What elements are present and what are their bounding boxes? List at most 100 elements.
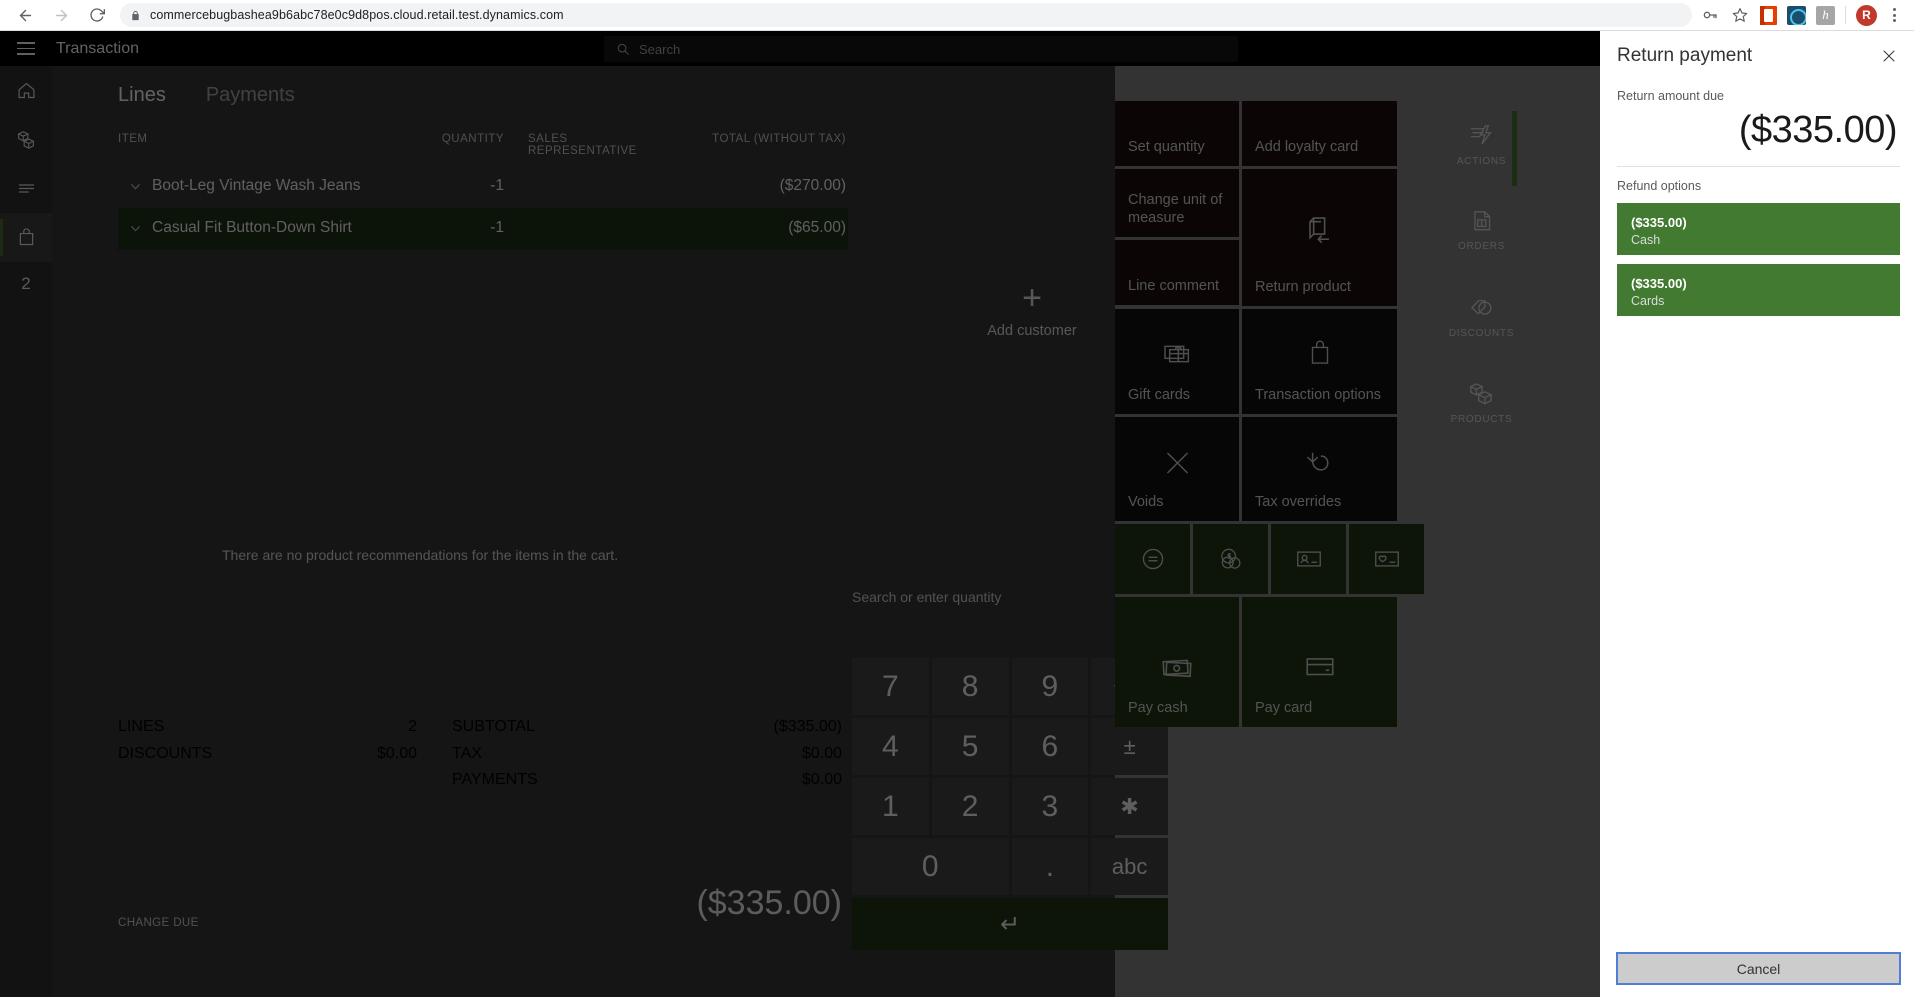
add-customer-button[interactable]: + Add customer	[932, 281, 1132, 339]
url-text: commercebugbashea9b6abc78e0c9d8pos.cloud…	[150, 8, 564, 22]
tile-pay-card[interactable]: Pay card	[1242, 597, 1397, 727]
gift-card-icon	[1115, 337, 1239, 369]
browser-toolbar: commercebugbashea9b6abc78e0c9d8pos.cloud…	[0, 0, 1914, 31]
tile-set-quantity[interactable]: Set quantity	[1115, 101, 1239, 166]
forward-arrow-icon[interactable]	[44, 1, 78, 29]
cancel-button[interactable]: Cancel	[1616, 952, 1901, 985]
payments-value: $0.00	[801, 771, 842, 788]
column-header-quantity: QUANTITY	[441, 133, 504, 145]
hamburger-icon[interactable]	[0, 31, 52, 66]
chevron-down-icon[interactable]	[118, 218, 152, 236]
tile-row: Pay cash Pay card	[1115, 597, 1441, 727]
key-decimal[interactable]: .	[1011, 838, 1089, 895]
category-discounts[interactable]: DISCOUNTS	[1444, 273, 1519, 359]
key-3[interactable]: 3	[1011, 778, 1089, 835]
sidebar-item-products[interactable]	[0, 115, 52, 164]
lines-value: 2	[408, 718, 417, 735]
address-bar[interactable]: commercebugbashea9b6abc78e0c9d8pos.cloud…	[120, 3, 1692, 27]
tax-label: TAX	[452, 745, 482, 762]
search-placeholder: Search	[639, 41, 681, 57]
column-header-item: ITEM	[118, 133, 148, 145]
tile-equals[interactable]	[1115, 524, 1190, 594]
search-icon	[616, 42, 630, 56]
tile-change-unit-of-measure[interactable]: Change unit of measure	[1115, 169, 1239, 237]
star-icon[interactable]	[1730, 5, 1750, 25]
key-5[interactable]: 5	[931, 718, 1009, 775]
table-row[interactable]: Boot-Leg Vintage Wash Jeans -1 ($270.00)	[118, 166, 848, 208]
cart-item-quantity: -1	[490, 177, 504, 194]
tile-row: Change unit of measure Line comment Retu…	[1115, 169, 1441, 306]
page-title: Transaction	[56, 39, 139, 57]
tile-grid: Set quantity Add loyalty card Change uni…	[1115, 101, 1441, 730]
sidebar-item-home[interactable]	[0, 66, 52, 115]
back-arrow-icon[interactable]	[8, 1, 42, 29]
tile-loyalty-card[interactable]	[1349, 524, 1424, 594]
tab-lines[interactable]: Lines	[118, 84, 166, 111]
tile-line-comment[interactable]: Line comment	[1115, 240, 1239, 305]
change-due-value: ($335.00)	[696, 884, 842, 922]
sidebar-item-menu[interactable]	[0, 164, 52, 213]
category-actions[interactable]: ACTIONS	[1444, 101, 1519, 187]
credit-card-icon	[1242, 649, 1397, 683]
tile-label: Line comment	[1128, 277, 1220, 294]
sidebar-item-cart[interactable]	[0, 213, 52, 262]
refund-option-cash[interactable]: ($335.00) Cash	[1617, 203, 1900, 255]
change-due-label: CHANGE DUE	[118, 917, 199, 929]
close-icon[interactable]	[1878, 45, 1900, 67]
search-input[interactable]: Search	[604, 36, 1238, 62]
tile-tax-overrides[interactable]: Tax overrides	[1242, 417, 1397, 521]
tile-foreign-currency[interactable]	[1193, 524, 1268, 594]
category-products[interactable]: PRODUCTS	[1444, 359, 1519, 445]
key-asterisk[interactable]: ✱	[1091, 778, 1168, 835]
return-amount-due-value: ($335.00)	[1738, 109, 1898, 151]
tile-add-loyalty-card[interactable]: Add loyalty card	[1242, 101, 1397, 166]
table-row[interactable]: Casual Fit Button-Down Shirt -1 ($65.00)	[118, 207, 848, 250]
reload-icon[interactable]	[80, 1, 114, 29]
tile-pay-cash[interactable]: Pay cash	[1115, 597, 1239, 727]
key-icon[interactable]	[1700, 5, 1720, 25]
profile-avatar[interactable]: R	[1856, 4, 1877, 26]
toolbar-divider	[1845, 6, 1846, 24]
keypad-hint: Search or enter quantity	[852, 589, 1002, 605]
category-label: ACTIONS	[1456, 155, 1507, 167]
cart-count: 2	[21, 274, 31, 293]
office-extension-icon[interactable]	[1760, 5, 1777, 25]
cart-item-quantity: -1	[490, 218, 504, 236]
tab-payments[interactable]: Payments	[206, 84, 295, 111]
tax-value: $0.00	[801, 745, 842, 762]
tile-transaction-options[interactable]: Transaction options	[1242, 309, 1397, 414]
column-header-total: TOTAL (WITHOUT TAX)	[712, 133, 846, 145]
grey-extension-icon[interactable]: h	[1816, 5, 1835, 25]
kebab-menu-icon[interactable]	[1887, 8, 1902, 22]
lines-label: LINES	[118, 718, 165, 735]
key-8[interactable]: 8	[931, 658, 1009, 715]
refund-option-cards[interactable]: ($335.00) Cards	[1617, 264, 1900, 316]
category-orders[interactable]: ORDERS	[1444, 187, 1519, 273]
add-customer-label: Add customer	[987, 323, 1077, 339]
tile-voids[interactable]: Voids	[1115, 417, 1239, 521]
flyout-footer: Cancel	[1600, 952, 1914, 997]
enter-button[interactable]: ↵	[852, 898, 1168, 950]
tile-label: Pay card	[1255, 699, 1313, 716]
key-2[interactable]: 2	[931, 778, 1009, 835]
tile-customer-account[interactable]	[1271, 524, 1346, 594]
undo-arrow-icon	[1242, 446, 1397, 479]
tile-return-product[interactable]: Return product	[1242, 169, 1397, 306]
key-7[interactable]: 7	[852, 658, 929, 715]
tile-label: Gift cards	[1128, 386, 1191, 403]
key-9[interactable]: 9	[1011, 658, 1089, 715]
foreign-currency-icon	[1193, 545, 1268, 573]
cart-item-name: Boot-Leg Vintage Wash Jeans	[152, 177, 361, 194]
blue-extension-icon[interactable]	[1787, 5, 1806, 25]
cart-panel: Lines Payments ITEM QUANTITY SALES REPRE…	[52, 66, 1168, 997]
tile-gift-cards[interactable]: Gift cards	[1115, 309, 1239, 414]
chevron-down-icon[interactable]	[118, 176, 152, 194]
refund-option-amount: ($335.00)	[1631, 215, 1687, 230]
key-abc[interactable]: abc	[1091, 838, 1168, 895]
refund-option-amount: ($335.00)	[1631, 276, 1687, 291]
key-1[interactable]: 1	[852, 778, 929, 835]
key-0[interactable]: 0	[852, 838, 1009, 895]
flyout-title: Return payment	[1617, 45, 1753, 66]
key-4[interactable]: 4	[852, 718, 929, 775]
key-6[interactable]: 6	[1011, 718, 1089, 775]
